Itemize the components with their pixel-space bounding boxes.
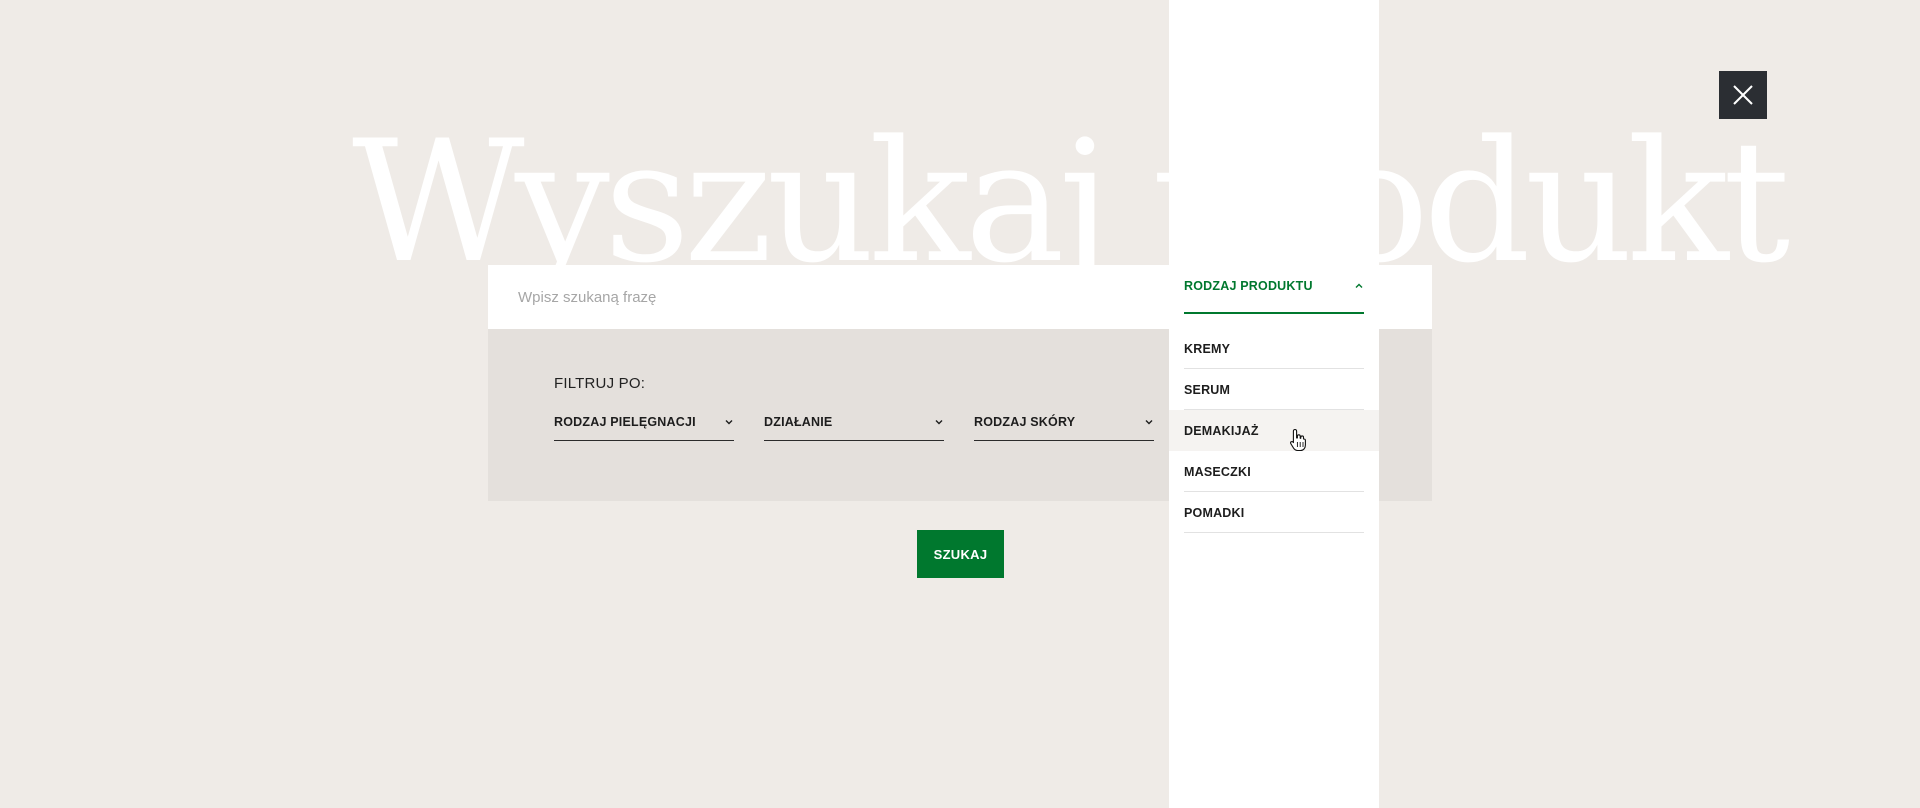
dropdown-option-demakijaz[interactable]: DEMAKIJAŻ bbox=[1169, 410, 1379, 451]
filter-select-skin-type[interactable]: RODZAJ SKÓRY bbox=[974, 407, 1154, 441]
filter-select-label: RODZAJ SKÓRY bbox=[974, 415, 1076, 429]
filter-select-label: DZIAŁANIE bbox=[764, 415, 833, 429]
dropdown-option-serum[interactable]: SERUM bbox=[1169, 369, 1379, 410]
dropdown-title: RODZAJ PRODUKTU bbox=[1184, 279, 1313, 293]
dropdown-option-label: KREMY bbox=[1184, 342, 1231, 356]
filter-select-care-type[interactable]: RODZAJ PIELĘGNACJI bbox=[554, 407, 734, 441]
close-icon bbox=[1733, 85, 1753, 105]
dropdown-options: KREMY SERUM DEMAKIJAŻ MASECZKI POMADKI bbox=[1169, 328, 1379, 533]
chevron-down-icon bbox=[935, 420, 943, 425]
search-button[interactable]: SZUKAJ bbox=[917, 530, 1004, 578]
divider bbox=[1184, 532, 1364, 533]
dropdown-option-label: SERUM bbox=[1184, 383, 1231, 397]
page-title: Wyszukaj produkt bbox=[352, 104, 1790, 300]
search-overlay: Wyszukaj produkt FILTRUJ PO: RODZAJ PIEL… bbox=[0, 0, 1920, 808]
chevron-down-icon bbox=[725, 420, 733, 425]
product-type-dropdown: RODZAJ PRODUKTU KREMY SERUM DEMAKIJAŻ MA… bbox=[1169, 0, 1379, 808]
product-type-select[interactable]: RODZAJ PRODUKTU bbox=[1184, 264, 1364, 314]
close-button[interactable] bbox=[1719, 71, 1767, 119]
filter-select-label: RODZAJ PIELĘGNACJI bbox=[554, 415, 696, 429]
chevron-down-icon bbox=[1145, 420, 1153, 425]
dropdown-option-maseczki[interactable]: MASECZKI bbox=[1169, 451, 1379, 492]
dropdown-option-label: MASECZKI bbox=[1184, 465, 1251, 479]
dropdown-option-label: POMADKI bbox=[1184, 506, 1245, 520]
filter-label: FILTRUJ PO: bbox=[554, 375, 646, 392]
chevron-up-icon bbox=[1355, 283, 1363, 288]
dropdown-option-pomadki[interactable]: POMADKI bbox=[1169, 492, 1379, 533]
dropdown-option-label: DEMAKIJAŻ bbox=[1184, 424, 1259, 438]
filter-select-action[interactable]: DZIAŁANIE bbox=[764, 407, 944, 441]
dropdown-option-kremy[interactable]: KREMY bbox=[1169, 328, 1379, 369]
